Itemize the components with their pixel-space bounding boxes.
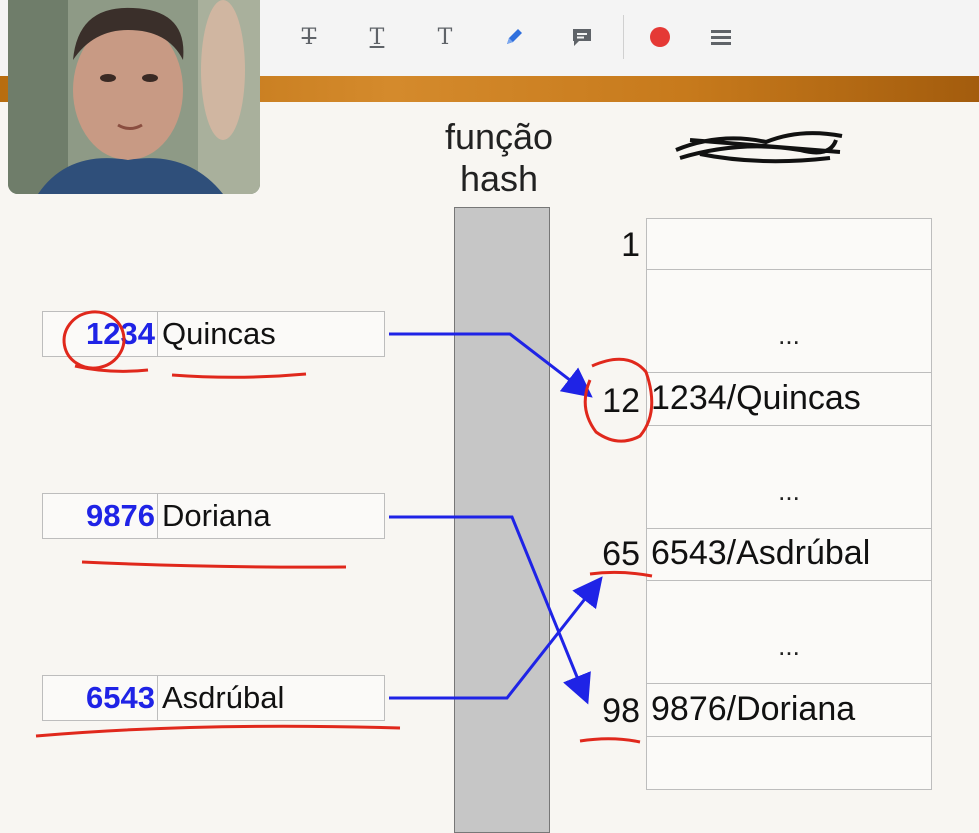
annotation-circle [583,357,654,443]
annotation-underline [74,364,149,373]
annotation-overlay [35,131,843,744]
arrow-9876-to-98 [389,515,591,705]
scribble-mark [675,131,843,164]
annotation-underline [589,570,653,578]
annotation-circle [62,310,126,370]
annotation-underline [81,560,347,569]
arrow-6543-to-65 [389,576,603,700]
annotation-underline [35,724,401,738]
arrow-1234-to-12 [389,332,593,398]
annotation-underline [579,737,641,744]
annotation-underline [171,372,307,379]
